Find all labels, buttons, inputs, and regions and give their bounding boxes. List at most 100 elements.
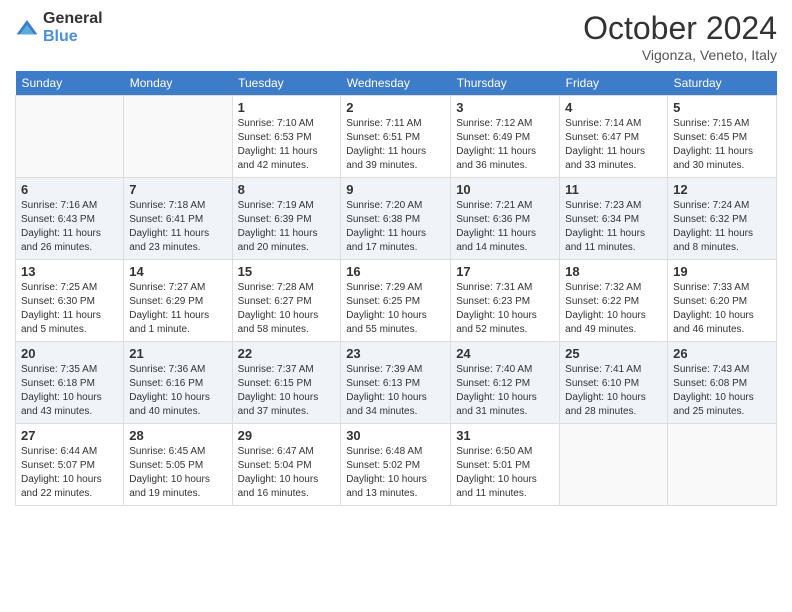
table-row: 23 Sunrise: 7:39 AM Sunset: 6:13 PM Dayli… [341,342,451,424]
day-number: 28 [129,428,226,443]
day-info: Sunrise: 7:27 AM Sunset: 6:29 PM Dayligh… [129,281,226,337]
day-number: 9 [346,182,445,197]
day-number: 24 [456,346,554,361]
day-info: Sunrise: 7:20 AM Sunset: 6:38 PM Dayligh… [346,199,445,255]
table-row: 7 Sunrise: 7:18 AM Sunset: 6:41 PM Daylig… [124,178,232,260]
day-info: Sunrise: 7:31 AM Sunset: 6:23 PM Dayligh… [456,281,554,337]
table-row: 14 Sunrise: 7:27 AM Sunset: 6:29 PM Dayli… [124,260,232,342]
logo-general: General [43,10,103,27]
day-number: 31 [456,428,554,443]
table-row: 8 Sunrise: 7:19 AM Sunset: 6:39 PM Daylig… [232,178,341,260]
day-info: Sunrise: 6:44 AM Sunset: 5:07 PM Dayligh… [21,445,118,501]
day-number: 11 [565,182,662,197]
day-info: Sunrise: 6:50 AM Sunset: 5:01 PM Dayligh… [456,445,554,501]
table-row: 5Sunrise: 7:15 AM Sunset: 6:45 PM Daylig… [668,96,777,178]
day-number: 8 [238,182,336,197]
table-row: 30 Sunrise: 6:48 AM Sunset: 5:02 PM Dayli… [341,424,451,506]
table-row: 13Sunrise: 7:25 AM Sunset: 6:30 PM Dayli… [16,260,124,342]
table-row: 18Sunrise: 7:32 AM Sunset: 6:22 PM Dayli… [560,260,668,342]
table-row: 19Sunrise: 7:33 AM Sunset: 6:20 PM Dayli… [668,260,777,342]
table-row: 9 Sunrise: 7:20 AM Sunset: 6:38 PM Daylig… [341,178,451,260]
col-thursday: Thursday [451,71,560,96]
day-number: 6 [21,182,118,197]
table-row: 4 Sunrise: 7:14 AM Sunset: 6:47 PM Daylig… [560,96,668,178]
table-row [560,424,668,506]
table-row: 29 Sunrise: 6:47 AM Sunset: 5:04 PM Dayli… [232,424,341,506]
table-row [668,424,777,506]
day-number: 30 [346,428,445,443]
logo-blue: Blue [43,28,78,45]
calendar-week-row: 27 Sunrise: 6:44 AM Sunset: 5:07 PM Dayli… [16,424,777,506]
day-number: 1 [238,100,336,115]
day-info: Sunrise: 7:39 AM Sunset: 6:13 PM Dayligh… [346,363,445,419]
col-monday: Monday [124,71,232,96]
table-row: 22Sunrise: 7:37 AM Sunset: 6:15 PM Dayli… [232,342,341,424]
day-info: Sunrise: 7:43 AM Sunset: 6:08 PM Dayligh… [673,363,771,419]
month-title: October 2024 [583,10,777,47]
day-number: 15 [238,264,336,279]
day-info: Sunrise: 7:18 AM Sunset: 6:41 PM Dayligh… [129,199,226,255]
day-info: Sunrise: 6:47 AM Sunset: 5:04 PM Dayligh… [238,445,336,501]
day-info: Sunrise: 7:10 AM Sunset: 6:53 PM Dayligh… [238,117,336,173]
logo: General Blue [15,10,103,46]
location: Vigonza, Veneto, Italy [583,47,777,63]
calendar-header-row: Sunday Monday Tuesday Wednesday Thursday… [16,71,777,96]
day-number: 2 [346,100,445,115]
day-info: Sunrise: 7:29 AM Sunset: 6:25 PM Dayligh… [346,281,445,337]
day-number: 29 [238,428,336,443]
table-row: 10Sunrise: 7:21 AM Sunset: 6:36 PM Dayli… [451,178,560,260]
table-row [124,96,232,178]
title-block: October 2024 Vigonza, Veneto, Italy [583,10,777,63]
calendar-week-row: 1 Sunrise: 7:10 AM Sunset: 6:53 PM Daylig… [16,96,777,178]
day-number: 12 [673,182,771,197]
day-info: Sunrise: 7:14 AM Sunset: 6:47 PM Dayligh… [565,117,662,173]
table-row: 2 Sunrise: 7:11 AM Sunset: 6:51 PM Daylig… [341,96,451,178]
table-row [16,96,124,178]
day-number: 25 [565,346,662,361]
day-number: 7 [129,182,226,197]
table-row: 21Sunrise: 7:36 AM Sunset: 6:16 PM Dayli… [124,342,232,424]
day-number: 27 [21,428,118,443]
day-number: 19 [673,264,771,279]
day-number: 16 [346,264,445,279]
day-info: Sunrise: 6:48 AM Sunset: 5:02 PM Dayligh… [346,445,445,501]
table-row: 3 Sunrise: 7:12 AM Sunset: 6:49 PM Daylig… [451,96,560,178]
day-info: Sunrise: 7:36 AM Sunset: 6:16 PM Dayligh… [129,363,226,419]
day-info: Sunrise: 6:45 AM Sunset: 5:05 PM Dayligh… [129,445,226,501]
table-row: 31 Sunrise: 6:50 AM Sunset: 5:01 PM Dayli… [451,424,560,506]
table-row: 15 Sunrise: 7:28 AM Sunset: 6:27 PM Dayli… [232,260,341,342]
col-sunday: Sunday [16,71,124,96]
day-number: 5 [673,100,771,115]
calendar-table: Sunday Monday Tuesday Wednesday Thursday… [15,71,777,506]
table-row: 28 Sunrise: 6:45 AM Sunset: 5:05 PM Dayli… [124,424,232,506]
table-row: 12 Sunrise: 7:24 AM Sunset: 6:32 PM Dayli… [668,178,777,260]
day-number: 14 [129,264,226,279]
day-info: Sunrise: 7:12 AM Sunset: 6:49 PM Dayligh… [456,117,554,173]
day-info: Sunrise: 7:32 AM Sunset: 6:22 PM Dayligh… [565,281,662,337]
day-number: 4 [565,100,662,115]
day-info: Sunrise: 7:11 AM Sunset: 6:51 PM Dayligh… [346,117,445,173]
day-number: 20 [21,346,118,361]
day-number: 13 [21,264,118,279]
day-info: Sunrise: 7:35 AM Sunset: 6:18 PM Dayligh… [21,363,118,419]
day-number: 23 [346,346,445,361]
col-tuesday: Tuesday [232,71,341,96]
table-row: 25Sunrise: 7:41 AM Sunset: 6:10 PM Dayli… [560,342,668,424]
table-row: 16 Sunrise: 7:29 AM Sunset: 6:25 PM Dayli… [341,260,451,342]
day-number: 3 [456,100,554,115]
day-number: 26 [673,346,771,361]
day-info: Sunrise: 7:24 AM Sunset: 6:32 PM Dayligh… [673,199,771,255]
col-friday: Friday [560,71,668,96]
table-row: 24Sunrise: 7:40 AM Sunset: 6:12 PM Dayli… [451,342,560,424]
table-row: 6 Sunrise: 7:16 AM Sunset: 6:43 PM Daylig… [16,178,124,260]
day-info: Sunrise: 7:28 AM Sunset: 6:27 PM Dayligh… [238,281,336,337]
table-row: 17 Sunrise: 7:31 AM Sunset: 6:23 PM Dayli… [451,260,560,342]
day-info: Sunrise: 7:19 AM Sunset: 6:39 PM Dayligh… [238,199,336,255]
table-row: 11 Sunrise: 7:23 AM Sunset: 6:34 PM Dayli… [560,178,668,260]
day-number: 22 [238,346,336,361]
day-info: Sunrise: 7:23 AM Sunset: 6:34 PM Dayligh… [565,199,662,255]
page: General Blue October 2024 Vigonza, Venet… [0,0,792,516]
calendar-week-row: 20 Sunrise: 7:35 AM Sunset: 6:18 PM Dayli… [16,342,777,424]
day-number: 17 [456,264,554,279]
day-info: Sunrise: 7:16 AM Sunset: 6:43 PM Dayligh… [21,199,118,255]
